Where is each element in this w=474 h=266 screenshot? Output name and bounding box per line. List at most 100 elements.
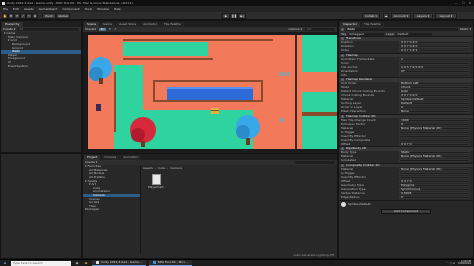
audio-icon[interactable]: ♪: [114, 28, 116, 31]
property-label: Max Tile Change Count: [341, 118, 376, 122]
property-value-field[interactable]: X 0.5 Y 0.5 Z 0: [399, 65, 470, 69]
property-value-field[interactable]: None: [399, 110, 470, 113]
property-label: Material: [341, 167, 354, 171]
property-label: Sorting Layer: [341, 102, 362, 105]
file-explorer-icon[interactable]: ▬: [83, 261, 89, 266]
shading-dropdown[interactable]: Shaded: [85, 28, 96, 31]
project-folder-item[interactable]: Packages: [83, 208, 140, 212]
property-value-field[interactable]: X 1 Y 1 Z 1: [399, 49, 470, 52]
property-value-field[interactable]: [399, 130, 470, 134]
tab-tile-palette-inspector[interactable]: Tile Palette: [361, 22, 384, 27]
menu-edit[interactable]: Edit: [13, 7, 19, 11]
breadcrumb-camera[interactable]: Camera: [170, 166, 182, 170]
tab-console[interactable]: Console: [101, 155, 120, 160]
hierarchy-search-input[interactable]: All: [17, 28, 79, 31]
property-label: Rotation: [341, 45, 354, 48]
property-value-field[interactable]: Default: [399, 102, 470, 105]
layers-dropdown[interactable]: Layers ▾: [413, 13, 433, 19]
property-row: Is Trigger: [339, 171, 473, 175]
menu-file[interactable]: File: [3, 7, 8, 11]
unity-taskbar-icon: [96, 261, 99, 264]
main-toolbar: ✋ ✥ ⟳ ⤢ ▭ ⊕ Pivot Global ▶ ❚❚ ▶| Collab …: [0, 12, 474, 20]
pivot-toggle[interactable]: Pivot: [42, 13, 56, 19]
clock-date: 6/28/2019: [458, 262, 471, 265]
property-value-field[interactable]: X 0 Y 0: [399, 142, 470, 146]
cloud-icon[interactable]: ☁: [383, 13, 389, 19]
step-button[interactable]: ▶|: [238, 13, 246, 19]
property-value-field[interactable]: None (Physics Material 2D): [399, 155, 470, 158]
tab-tile-palette[interactable]: Tile Palette: [160, 22, 184, 27]
inspector-components: Transform Position X 0 Y 0 Z 0 Rotation X 0 …: [339, 36, 473, 199]
lighting-icon[interactable]: ☀: [109, 28, 112, 31]
taskbar-search-input[interactable]: Type here to search: [11, 260, 71, 266]
menu-gameobject[interactable]: GameObject: [39, 7, 58, 11]
clock[interactable]: 4:06 PM 6/28/2019: [458, 260, 474, 266]
tab-animation[interactable]: Animation: [120, 155, 142, 160]
property-value-field[interactable]: [399, 171, 470, 175]
status-bar: Auto Generate Lighting Off: [143, 253, 337, 258]
account-dropdown[interactable]: Account ▾: [391, 13, 411, 19]
collab-dropdown[interactable]: Collab ▾: [362, 13, 380, 19]
task-view-icon[interactable]: ▣: [74, 261, 80, 266]
menu-component[interactable]: Component: [62, 7, 79, 11]
tag-dropdown[interactable]: Untagged: [348, 32, 385, 36]
gizmos-dropdown[interactable]: Gizmos ▾: [288, 28, 302, 31]
scene-canvas[interactable]: [83, 32, 337, 153]
property-row: Is Trigger: [339, 130, 473, 134]
property-value-field[interactable]: 1: [399, 57, 470, 61]
taskbar-app-unity[interactable]: Unity 2019.3.0a4 - Game...: [92, 260, 146, 266]
project-folder-tree: ▾ Favorites All Materials All Models All Pr…: [83, 165, 141, 253]
component-enabled-checkbox[interactable]: [341, 114, 344, 118]
static-dropdown[interactable]: Static ▾: [460, 28, 471, 31]
system-tray-icons[interactable]: ⌃ ♫ ⊡: [446, 261, 456, 265]
component-enabled-checkbox[interactable]: [341, 163, 344, 167]
scene-search-input[interactable]: All: [305, 28, 335, 31]
material-sphere-icon: [341, 201, 346, 207]
tab-animator[interactable]: Animator: [140, 22, 160, 27]
component-enabled-checkbox[interactable]: [341, 37, 344, 41]
menu-window[interactable]: Window: [97, 7, 109, 11]
component-enabled-checkbox[interactable]: [341, 147, 344, 151]
layout-dropdown[interactable]: Layout ▾: [435, 13, 457, 19]
maximize-button[interactable]: ☐: [462, 1, 465, 5]
property-value-field[interactable]: [399, 159, 470, 162]
property-value-field[interactable]: 0: [399, 195, 470, 199]
component-name: Tilemap: [346, 52, 358, 57]
taskbar-app-rpg-toolkit[interactable]: RPG Tool Kit - Micr...: [148, 260, 192, 266]
global-toggle[interactable]: Global: [56, 13, 70, 19]
close-button[interactable]: ✕: [468, 1, 471, 5]
project-search-input[interactable]: [295, 161, 335, 164]
property-value-field[interactable]: None (Physics Material 2D): [399, 126, 470, 130]
property-value-field[interactable]: [399, 134, 470, 138]
play-button[interactable]: ▶: [222, 13, 230, 19]
property-value-field[interactable]: XY: [399, 69, 470, 73]
component-enabled-checkbox[interactable]: [341, 53, 344, 57]
hierarchy-item[interactable]: EventSystem: [1, 64, 81, 68]
minimize-button[interactable]: —: [455, 1, 458, 5]
property-value-field[interactable]: 1000: [399, 118, 470, 122]
layer-dropdown[interactable]: Default: [396, 32, 433, 36]
object-name-field[interactable]: Walls: [346, 28, 458, 31]
property-label: Color: [341, 61, 349, 65]
property-label: Geometry Type: [341, 183, 364, 187]
transform-tool-button[interactable]: ⊕: [32, 13, 38, 19]
menu-help[interactable]: Help: [114, 7, 121, 11]
property-value-field[interactable]: None (Physics Material 2D): [399, 167, 470, 171]
property-value-field[interactable]: Chunk: [399, 86, 470, 89]
property-value-field[interactable]: 0: [399, 106, 470, 109]
menu-assets[interactable]: Assets: [24, 7, 34, 11]
tab-asset-store[interactable]: Asset Store: [116, 22, 140, 27]
breadcrumb-assets[interactable]: Assets: [143, 166, 153, 170]
breadcrumb-cute[interactable]: Cute: [158, 166, 165, 170]
property-value-field[interactable]: 0.0005: [399, 191, 470, 195]
property-value-field[interactable]: [399, 73, 470, 77]
property-label: Scale: [341, 49, 350, 52]
asset-item[interactable]: PlayerCam: [148, 174, 164, 192]
2d-toggle[interactable]: 2D: [99, 28, 106, 31]
windows-start-icon[interactable]: ⊞: [2, 261, 8, 266]
object-active-checkbox[interactable]: [341, 28, 344, 31]
pause-button[interactable]: ❚❚: [230, 13, 238, 19]
component-enabled-checkbox[interactable]: [341, 78, 344, 82]
add-component-button[interactable]: Add Component: [381, 209, 431, 214]
menu-tools[interactable]: Tools: [85, 7, 92, 11]
